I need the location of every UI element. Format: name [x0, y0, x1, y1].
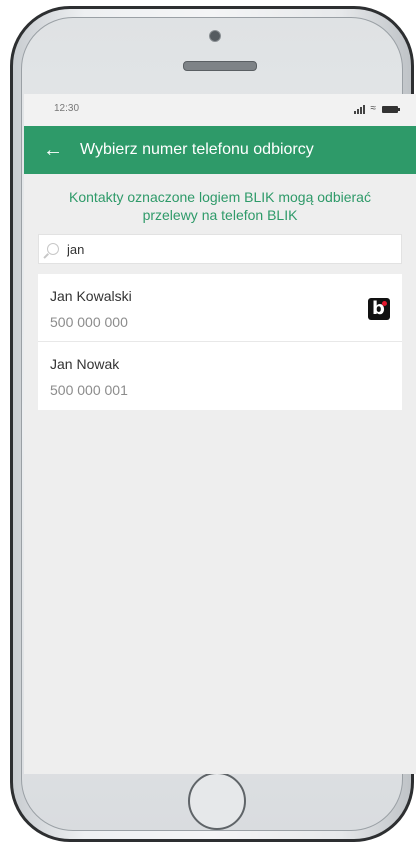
wifi-icon: ≈ — [370, 103, 377, 114]
search-bar[interactable] — [38, 234, 402, 264]
app-screen: 12:30 ≈ ← Wybierz numer telefonu odbiorc… — [24, 94, 416, 774]
battery-icon — [382, 105, 400, 113]
signal-icon — [353, 104, 365, 114]
home-button[interactable] — [188, 772, 246, 830]
contact-phone: 500 000 000 — [50, 314, 128, 330]
blik-logo-icon: b — [368, 298, 390, 320]
contact-item[interactable]: Jan Kowalski 500 000 000 b — [38, 274, 402, 342]
blik-info-text: Kontakty oznaczone logiem BLIK mogą odbi… — [69, 189, 371, 223]
status-time: 12:30 — [54, 103, 80, 114]
status-icons: ≈ — [353, 103, 400, 114]
arrow-left-icon[interactable]: ← — [32, 139, 74, 162]
search-icon — [47, 243, 59, 255]
earpiece-speaker — [183, 61, 257, 71]
page-title: Wybierz numer telefonu odbiorcy — [80, 141, 314, 158]
contact-phone: 500 000 001 — [50, 382, 128, 398]
contact-name: Jan Kowalski — [50, 288, 132, 304]
contacts-list: Jan Kowalski 500 000 000 b Jan Nowak 500… — [38, 274, 402, 410]
status-bar: 12:30 ≈ — [24, 94, 416, 126]
search-input[interactable] — [67, 241, 401, 257]
contact-item[interactable]: Jan Nowak 500 000 001 — [38, 342, 402, 410]
app-header: ← Wybierz numer telefonu odbiorcy — [24, 126, 416, 174]
contact-name: Jan Nowak — [50, 356, 120, 372]
front-camera — [209, 30, 221, 42]
